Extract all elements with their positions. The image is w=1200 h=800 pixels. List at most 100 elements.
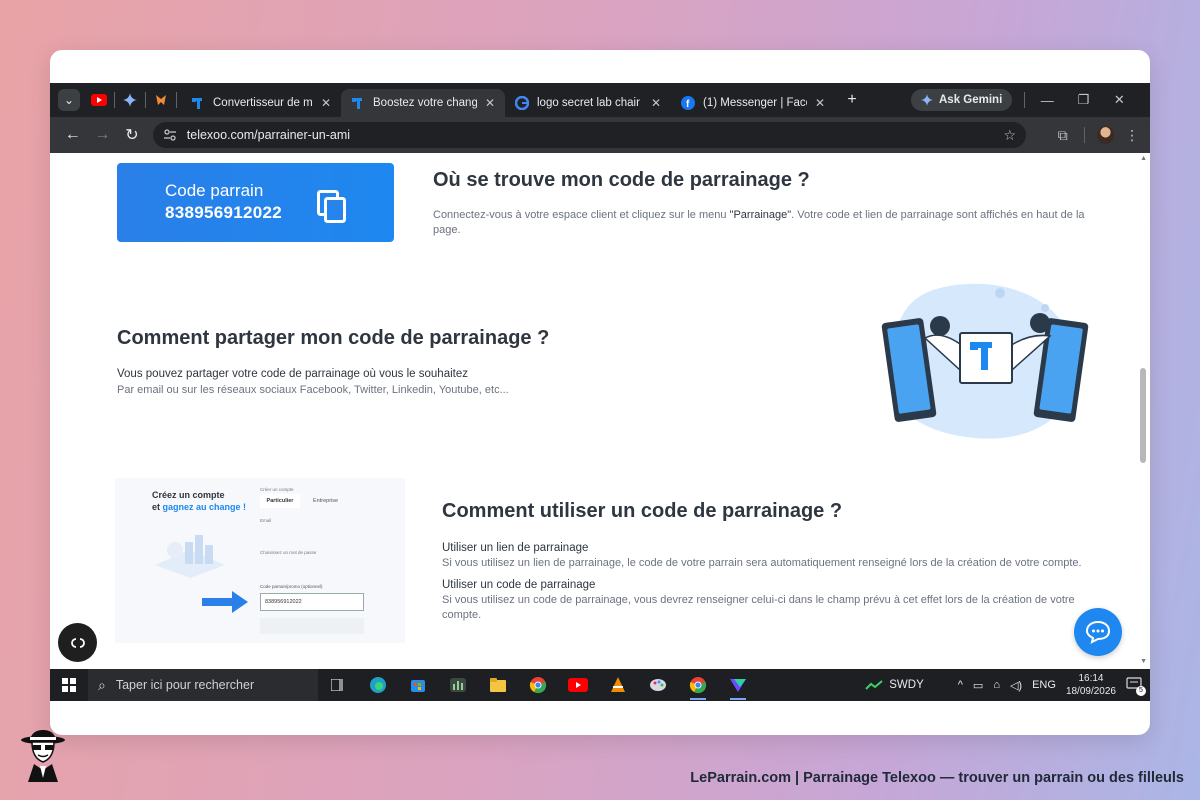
illus-password-label: Choisissez un mot de passe [260,550,317,555]
illus-code-label: Code parrain/promo (optionnel) [260,584,323,589]
fox-icon [156,95,166,105]
illus-submit-button [260,618,364,634]
stock-widget[interactable]: SWDY [865,679,924,691]
chevron-up-icon[interactable]: ^ [958,679,963,691]
tab-messenger[interactable]: f (1) Messenger | Facebook ✕ [671,89,835,117]
telexoo-icon [192,98,202,109]
section2-line1: Vous pouvez partager votre code de parra… [117,368,468,380]
close-window-button[interactable]: ✕ [1101,92,1137,108]
tab-search-button[interactable]: ⌄ [58,89,80,111]
proton-vpn-icon[interactable] [718,669,758,701]
speaker-icon[interactable]: ◁) [1010,679,1022,692]
forward-arrow-icon[interactable]: → [88,126,118,144]
store-icon[interactable] [398,669,438,701]
section1-text: Connectez-vous à votre espace client et … [433,208,1093,238]
gemini-icon [123,93,137,107]
section3-item2-l1: Si vous utilisez un code de parrainage, … [442,594,1075,606]
notification-count: 5 [1136,686,1146,696]
clock-date: 18/09/2026 [1065,686,1116,697]
youtube-pinned-tab[interactable] [88,89,110,111]
illus-headline-2a: et [152,502,163,512]
scroll-down-icon[interactable]: ▼ [1140,658,1147,665]
site-settings-icon[interactable] [163,129,177,141]
tab-label: Convertisseur de monnaie [213,97,313,109]
stock-ticker: SWDY [889,679,924,691]
section3-item1-title: Utiliser un lien de parrainage [442,542,589,554]
illus-tab-particulier: Particulier [260,494,300,508]
sharing-illustration [881,283,1089,439]
stock-trend-icon [865,680,883,690]
illus-code-field: 838956912022 [260,593,364,611]
taskbar-search[interactable]: ⌕ Taper ici pour rechercher [88,669,318,701]
task-view-icon[interactable] [318,669,358,701]
cookie-consent-button[interactable] [58,623,97,662]
new-tab-button[interactable]: + [841,89,863,111]
facebook-icon: f [681,96,695,110]
bookmark-star-icon[interactable]: ☆ [1003,127,1016,144]
notification-icon[interactable]: 5 [1126,677,1146,696]
language-indicator[interactable]: ENG [1032,679,1056,691]
active-indicator [690,698,706,700]
tab-label: Boostez votre change avec [373,97,477,109]
section1-text-b: . Votre code et lien de parrainage sont … [791,209,1085,221]
close-icon[interactable]: ✕ [651,96,661,110]
back-arrow-icon[interactable]: ← [58,126,88,144]
menu-kebab-icon[interactable]: ⋮ [1122,127,1142,144]
referral-code-box: Code parrain 838956912022 [117,163,394,242]
section1-text-a: Connectez-vous à votre espace client et … [433,209,730,221]
url-bar[interactable]: telexoo.com/parrainer-un-ami ☆ [152,122,1026,148]
reload-icon[interactable]: ↻ [117,125,147,145]
section3-item2-text: Si vous utilisez un code de parrainage, … [442,593,1102,623]
gemini-pinned-tab[interactable] [119,89,141,111]
copy-icon[interactable] [317,190,347,224]
scroll-up-icon[interactable]: ▲ [1140,155,1147,162]
section3-item2-title: Utiliser un code de parrainage [442,579,596,591]
edge-icon[interactable] [358,669,398,701]
close-icon[interactable]: ✕ [815,96,825,110]
minimize-button[interactable]: — [1029,93,1065,108]
illus-headline-2b: gagnez au change ! [162,502,247,512]
chat-button[interactable] [1074,608,1122,656]
chrome-icon[interactable] [518,669,558,701]
chat-bubble-icon [1085,620,1111,644]
chrome-profile-icon[interactable] [678,669,718,701]
battery-icon[interactable]: ▭ [973,679,983,692]
footer-credit: LeParrain.com | Parrainage Telexoo — tro… [690,770,1184,786]
windows-taskbar: ⌕ Taper ici pour rechercher SWDY ^ ▭ ⌂ ◁… [50,669,1150,701]
windows-icon [62,678,76,692]
illus-headline-1: Créez un compte [152,490,225,500]
tab-label: logo secret lab chair - Rech [537,97,643,109]
restore-button[interactable]: ❐ [1065,92,1101,108]
address-toolbar: ← → ↻ telexoo.com/parrainer-un-ami ☆ ⧉ ⋮ [50,117,1150,153]
scrollbar-thumb[interactable] [1140,368,1146,463]
network-icon[interactable]: ⌂ [993,679,1000,691]
web-page: Code parrain 838956912022 Où se trouve m… [50,153,1150,669]
signup-illustration: Créez un compte et gagnez au change ! Cr… [115,478,405,643]
tab-boostez[interactable]: Boostez votre change avec ✕ [341,89,505,117]
ask-gemini-button[interactable]: Ask Gemini [911,89,1013,111]
search-icon: ⌕ [98,676,106,693]
tab-google-search[interactable]: logo secret lab chair - Rech ✕ [505,89,671,117]
close-icon[interactable]: ✕ [321,96,331,110]
profile-avatar[interactable] [1096,126,1115,144]
youtube-app-icon[interactable] [558,669,598,701]
section1-text-strong: "Parrainage" [729,209,792,221]
close-icon[interactable]: ✕ [485,96,495,110]
ask-gemini-label: Ask Gemini [939,94,1003,106]
extensions-icon[interactable]: ⧉ [1046,127,1080,144]
clock[interactable]: 16:14 18/09/2026 [1066,672,1116,698]
vlc-icon[interactable] [598,669,638,701]
search-placeholder: Taper ici pour rechercher [115,678,255,692]
code-value: 838956912022 [165,203,283,222]
extension-pinned-tab[interactable] [150,89,172,111]
illus-headline-2: et gagnez au change ! [152,502,246,512]
section1-title: Où se trouve mon code de parrainage ? [433,169,810,191]
monitor-app-icon[interactable] [438,669,478,701]
file-explorer-icon[interactable] [478,669,518,701]
start-button[interactable] [50,678,88,692]
paint-icon[interactable] [638,669,678,701]
section2-title: Comment partager mon code de parrainage … [117,327,550,349]
arrow-right-icon [202,591,248,613]
gemini-icon [921,94,933,106]
tab-convertisseur[interactable]: Convertisseur de monnaie ✕ [181,89,341,117]
